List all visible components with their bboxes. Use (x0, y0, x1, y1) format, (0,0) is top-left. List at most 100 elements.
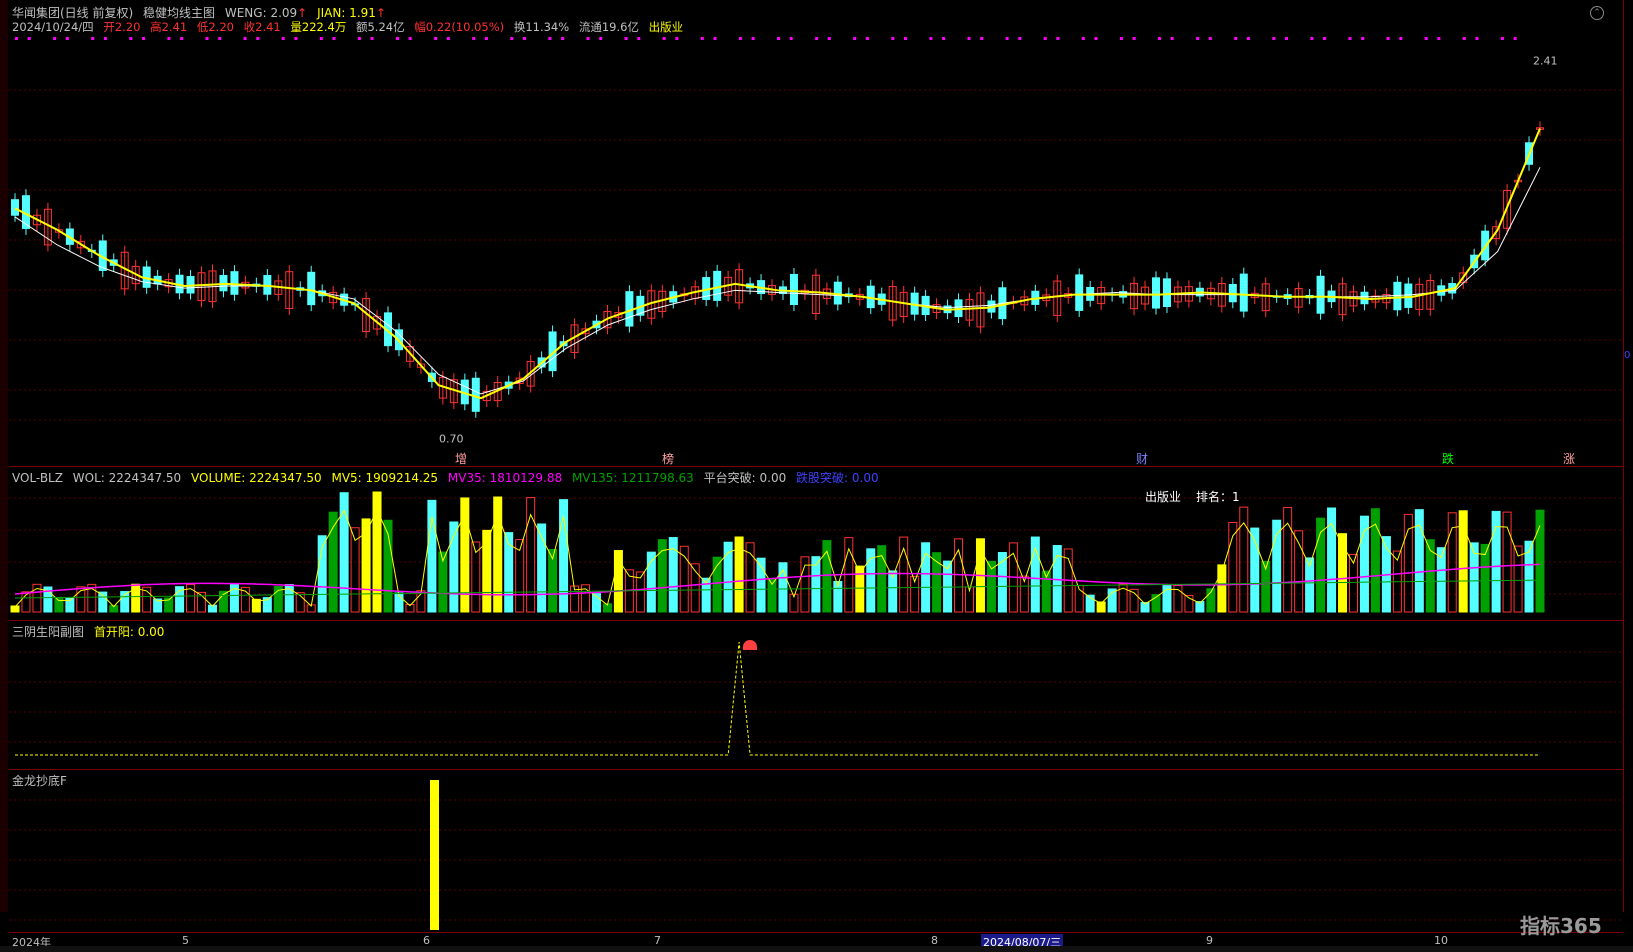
top-dots (15, 37, 1517, 40)
top-dot (103, 37, 107, 40)
top-dot (15, 37, 18, 40)
sub1-title[interactable]: 三阴生阳副图 (12, 625, 84, 639)
top-dot (294, 37, 298, 40)
top-dot (1424, 37, 1428, 40)
top-dot (523, 37, 526, 40)
top-dot (357, 37, 361, 40)
top-dot (1348, 37, 1352, 40)
top-dot (1462, 37, 1466, 40)
top-dot (700, 37, 704, 40)
top-dot (777, 37, 780, 40)
sub2-title[interactable]: 金龙抄底F (12, 774, 67, 788)
main-grid (9, 89, 1623, 921)
top-dot (1500, 37, 1504, 40)
top-dot (929, 37, 933, 40)
top-dot (218, 37, 222, 40)
top-dot (1323, 37, 1327, 40)
top-dot (713, 37, 717, 40)
sub1-header: 三阴生阳副图 首开阳: 0.00 (12, 623, 170, 640)
candles (11, 121, 1544, 418)
candle-body (1162, 278, 1171, 307)
top-dot (180, 37, 184, 40)
top-dot (1475, 37, 1479, 40)
low-price-label: 0.70 (439, 432, 464, 445)
top-dot (599, 37, 603, 40)
right-axis-mark: 0 (1624, 350, 1631, 361)
candle-body (307, 271, 316, 306)
top-dot (1437, 37, 1441, 40)
left-panel-tabs[interactable] (0, 0, 8, 912)
top-dot (1310, 37, 1314, 40)
top-dot (1234, 37, 1238, 40)
top-dot (1196, 37, 1200, 40)
event-label-4: 跌 (1442, 452, 1455, 466)
top-dot (738, 37, 742, 40)
top-dot (53, 37, 57, 40)
bottom-tab-bar[interactable] (0, 946, 1633, 952)
weng-line (14, 128, 1541, 400)
candle-body (789, 273, 798, 306)
top-dot (967, 37, 971, 40)
top-dot (129, 37, 133, 40)
watermark-logo: 指标365 (1520, 914, 1602, 938)
top-dot (205, 37, 209, 40)
candle-body (1075, 274, 1084, 311)
top-dot (624, 37, 628, 40)
top-dot (27, 37, 31, 40)
x-axis: 2024年 5 6 7 8 2024/08/07/三 9 10 (9, 932, 1623, 950)
top-dot (370, 37, 374, 40)
top-dot (853, 37, 857, 40)
top-dot (904, 37, 907, 40)
vol-title[interactable]: VOL-BLZ (12, 471, 63, 485)
top-dot (1043, 37, 1047, 40)
candle-body (1152, 277, 1161, 309)
top-dot (1132, 37, 1136, 40)
top-dot (1208, 37, 1212, 40)
top-dot (1361, 37, 1365, 40)
top-dot (396, 37, 399, 40)
vol-header: VOL-BLZ WOL: 2224347.50 VOLUME: 2224347.… (12, 469, 885, 486)
sub2-header: 金龙抄底F (12, 772, 73, 789)
top-dot (484, 37, 488, 40)
top-dot (1158, 37, 1161, 40)
vol-mv35: MV35: 1810129.88 (447, 471, 563, 485)
sub2-panel-border (9, 769, 1623, 770)
candle-body (1316, 275, 1325, 314)
top-dot (1246, 37, 1250, 40)
top-dot (942, 37, 946, 40)
candle-body (1239, 273, 1248, 312)
top-dot (1513, 37, 1517, 40)
top-dot (332, 37, 336, 40)
vol-mv5: MV5: 1909214.25 (331, 471, 439, 485)
event-label-5: 涨 (1563, 452, 1576, 466)
top-dot (281, 37, 285, 40)
top-dot (637, 37, 641, 40)
top-dot (243, 37, 247, 40)
sub1-first-yang: 首开阳: 0.00 (93, 625, 165, 639)
top-dot (1094, 37, 1098, 40)
candle-body (713, 270, 722, 301)
candle-body (230, 271, 239, 295)
top-dot (446, 37, 450, 40)
sub1-panel-border (9, 620, 1623, 621)
top-dot (1056, 37, 1060, 40)
top-dot (1005, 37, 1009, 40)
top-dot (751, 37, 755, 40)
top-dot (1399, 37, 1403, 40)
candle-body (1393, 281, 1402, 311)
top-dot (472, 37, 476, 40)
top-dot (256, 37, 260, 40)
top-dot (548, 37, 552, 40)
top-dot (586, 37, 590, 40)
top-dot (675, 37, 679, 40)
top-dot (1119, 37, 1123, 40)
vol-wol: WOL: 2224347.50 (72, 471, 182, 485)
top-dot (1018, 37, 1022, 40)
top-dot (91, 37, 95, 40)
sub2-signal-bar (430, 780, 439, 930)
vol-sector: 出版业 (1145, 490, 1182, 504)
top-dot (865, 37, 869, 40)
top-dot (167, 37, 171, 40)
vol-platform: 平台突破: 0.00 (703, 471, 787, 485)
top-dot (1272, 37, 1276, 40)
